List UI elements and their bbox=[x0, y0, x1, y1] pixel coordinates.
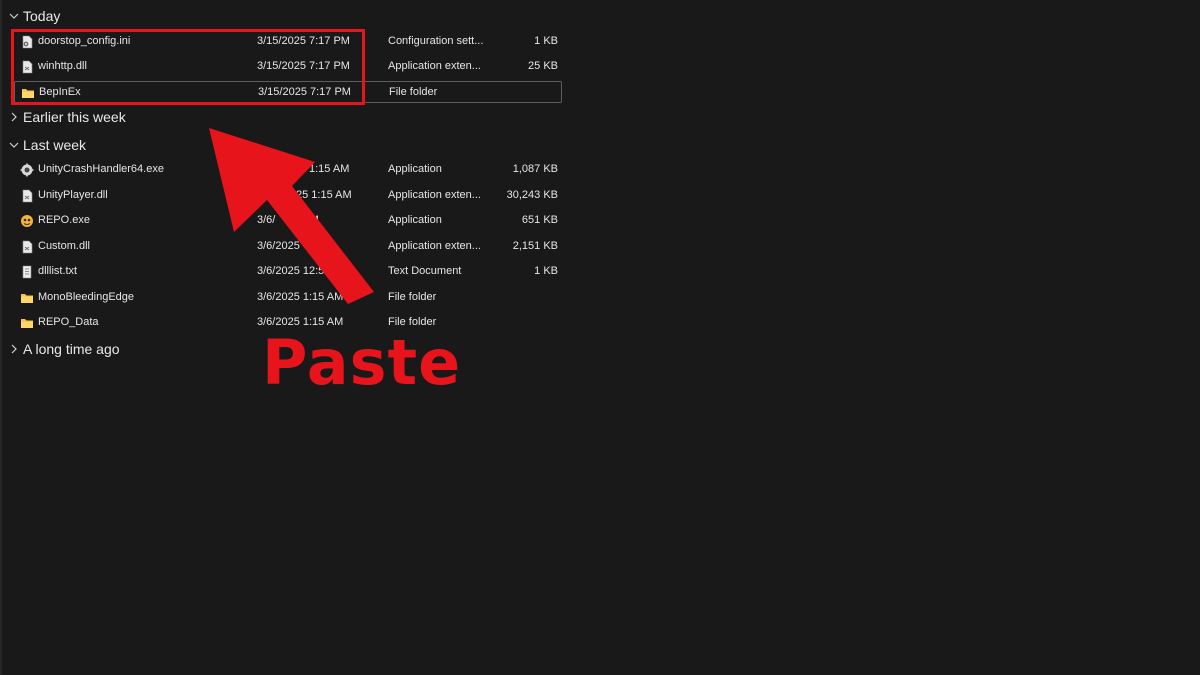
file-explorer-view: Today doorstop_config.ini 3/15/2025 7:17… bbox=[0, 0, 1200, 675]
paste-annotation: Paste bbox=[262, 326, 462, 399]
red-arrow-icon bbox=[209, 128, 374, 304]
